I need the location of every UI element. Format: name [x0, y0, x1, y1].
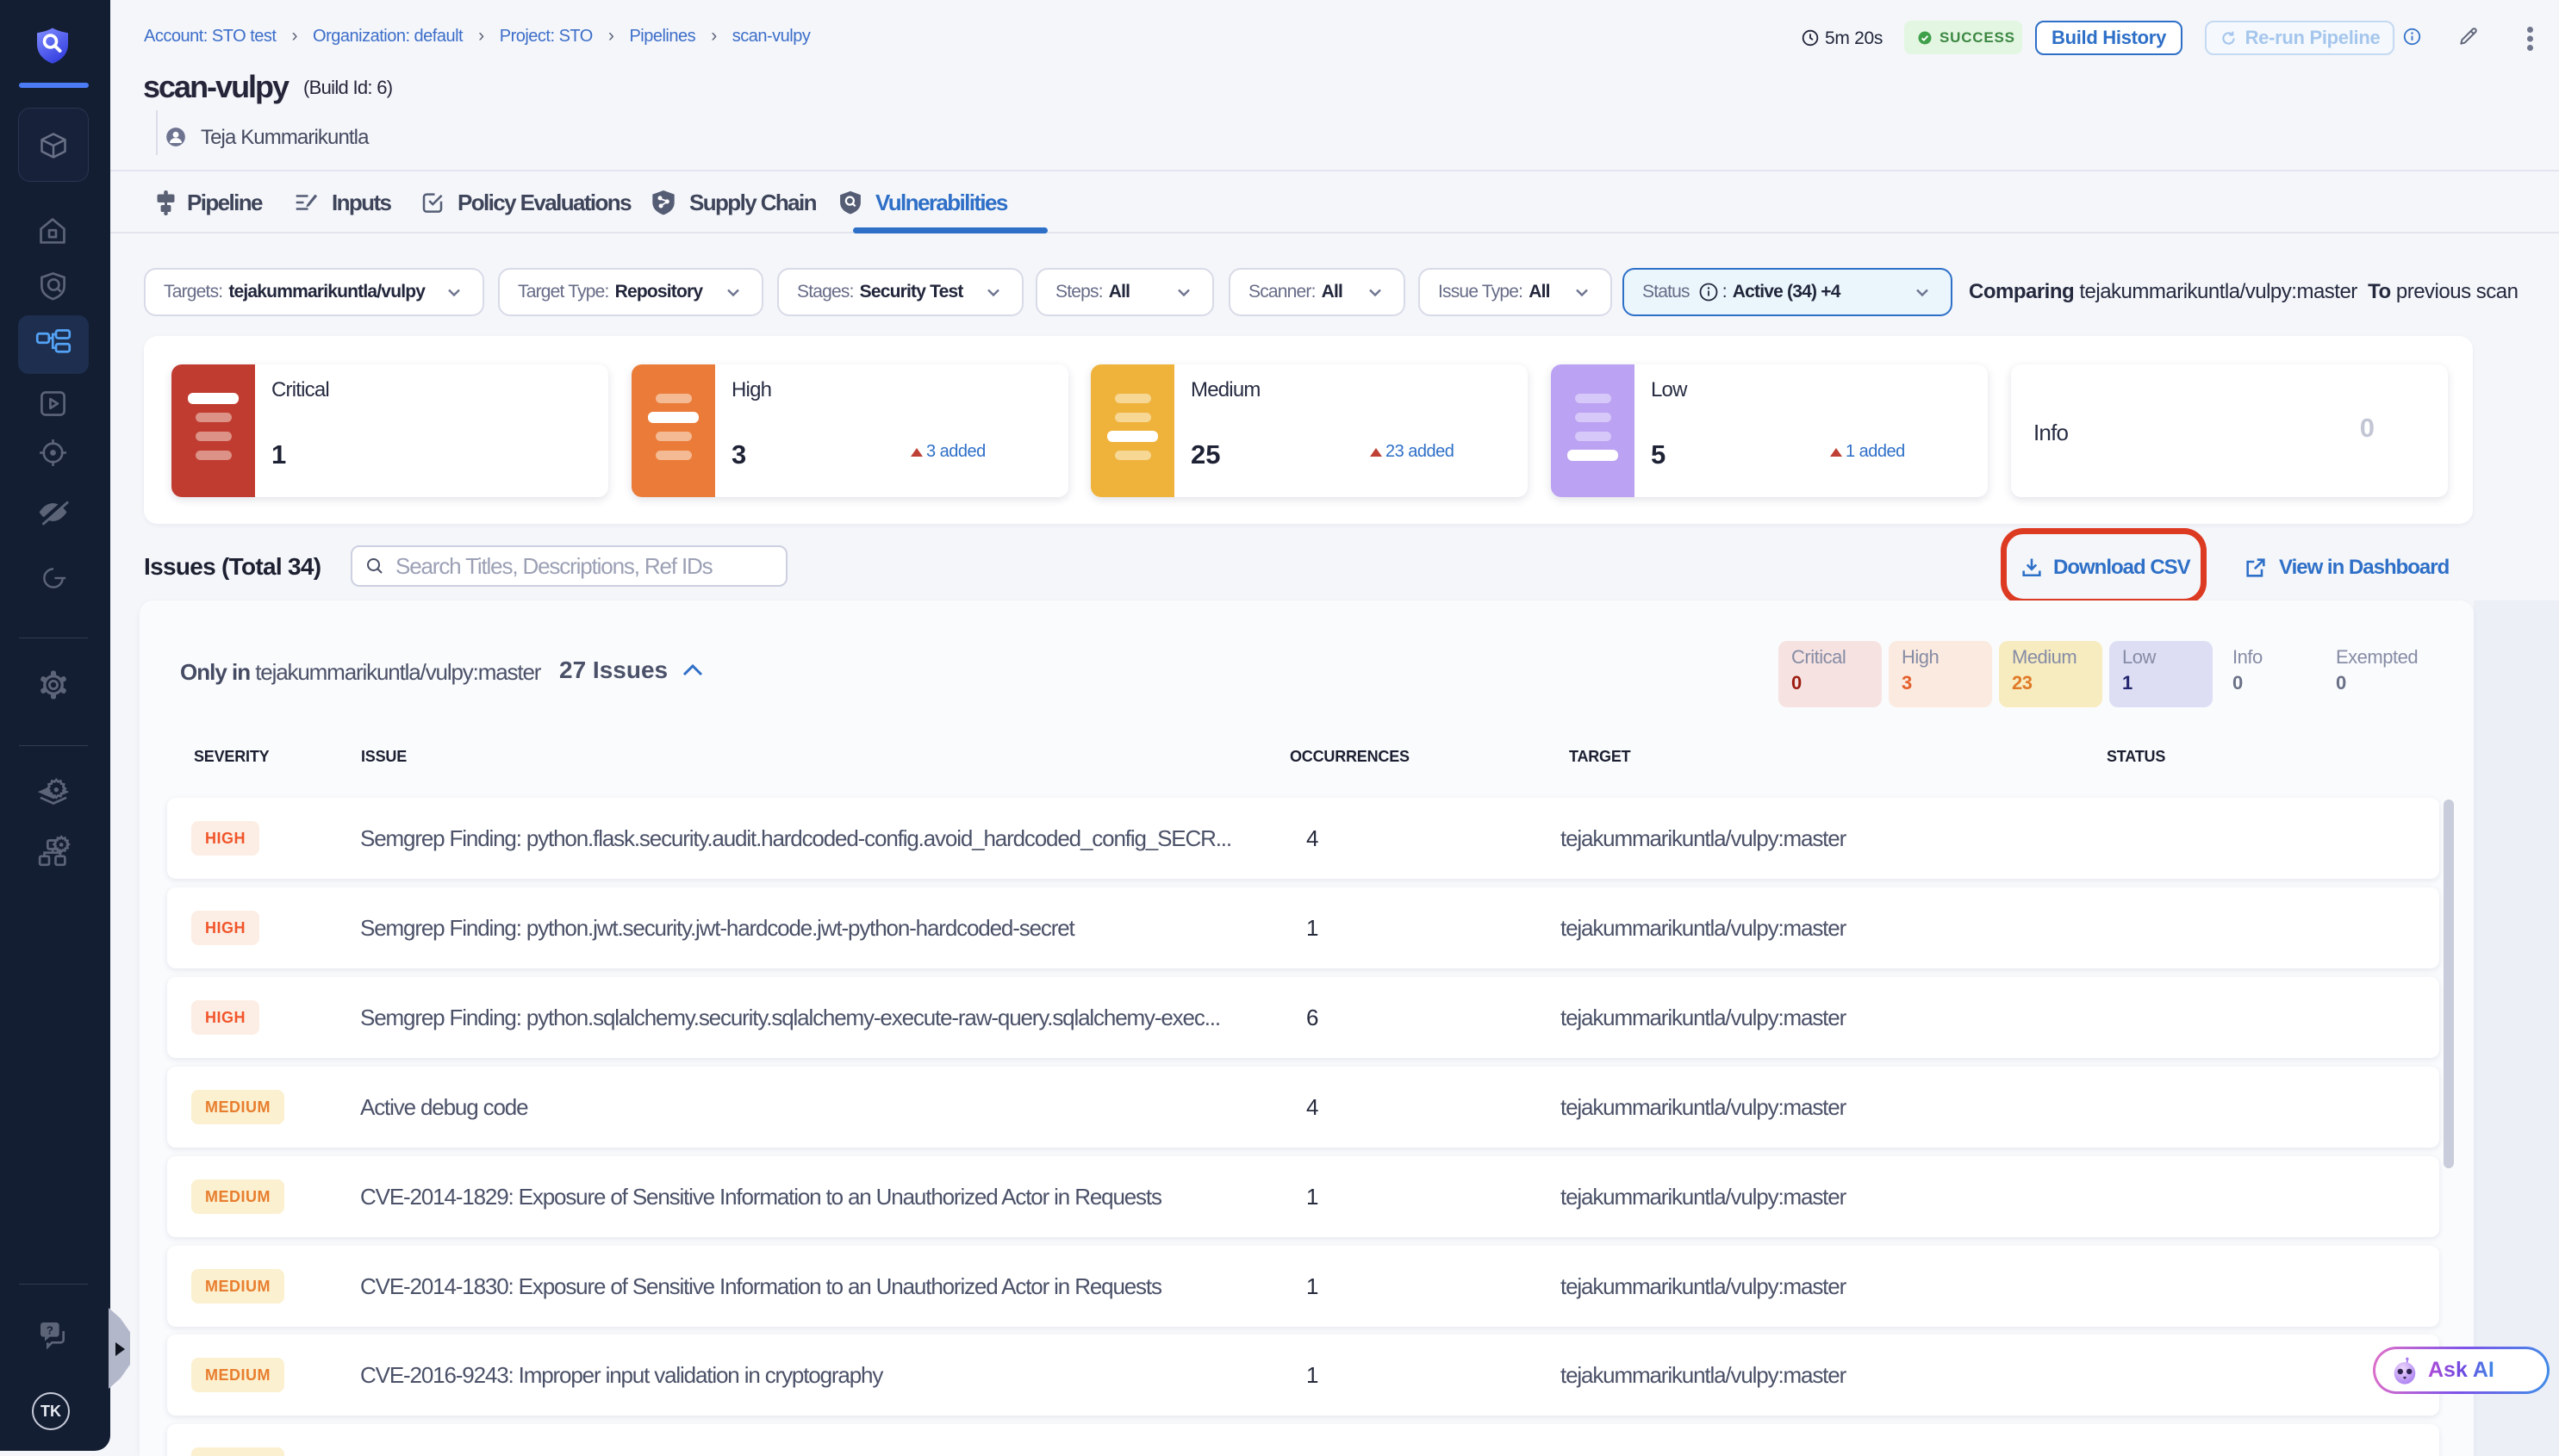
svg-text:?: ? [47, 1323, 53, 1336]
